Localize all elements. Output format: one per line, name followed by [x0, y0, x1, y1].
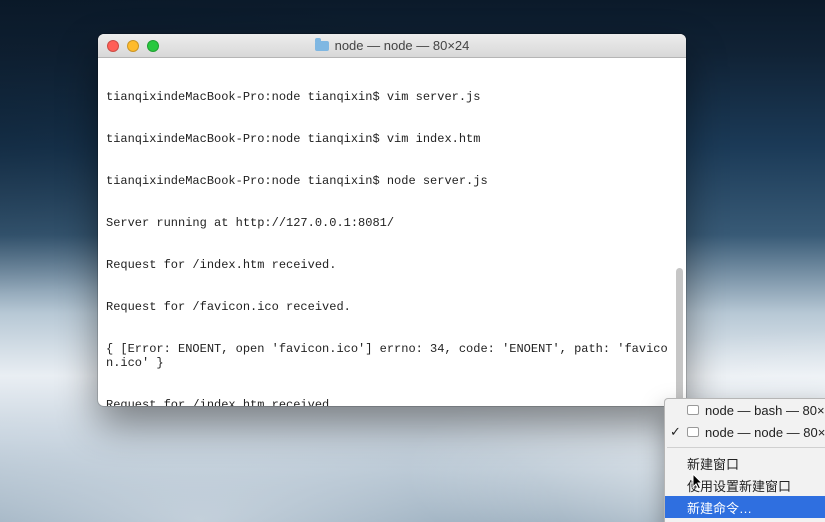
menu-item-label: 新建窗口 [687, 454, 739, 473]
menu-item-new-window-with-settings[interactable]: 使用设置新建窗口 [665, 474, 825, 496]
terminal-line: Request for /index.htm received. [106, 258, 678, 272]
terminal-line: { [Error: ENOENT, open 'favicon.ico'] er… [106, 342, 678, 370]
menu-item-label: node — bash — 80× [705, 403, 825, 418]
terminal-line: tianqixindeMacBook-Pro:node tianqixin$ v… [106, 132, 678, 146]
terminal-body[interactable]: tianqixindeMacBook-Pro:node tianqixin$ v… [98, 58, 686, 406]
terminal-line: Server running at http://127.0.0.1:8081/ [106, 216, 678, 230]
terminal-line: Request for /index.htm received. [106, 398, 678, 406]
context-menu[interactable]: node — bash — 80× ✓ node — node — 80× 新建… [664, 398, 825, 522]
terminal-line: tianqixindeMacBook-Pro:node tianqixin$ n… [106, 174, 678, 188]
menu-item-label: 新建命令… [687, 498, 752, 517]
tab-icon [687, 405, 699, 415]
menu-item-tab-node[interactable]: ✓ node — node — 80× [665, 421, 825, 443]
window-title: node — node — 80×24 [98, 38, 686, 53]
window-title-text: node — node — 80×24 [335, 38, 470, 53]
terminal-line: Request for /favicon.ico received. [106, 300, 678, 314]
menu-item-tab-bash[interactable]: node — bash — 80× [665, 399, 825, 421]
terminal-line: tianqixindeMacBook-Pro:node tianqixin$ v… [106, 90, 678, 104]
mouse-cursor-icon [692, 473, 704, 491]
menu-separator [667, 447, 825, 448]
terminal-window: node — node — 80×24 tianqixindeMacBook-P… [98, 34, 686, 406]
checkmark-icon: ✓ [670, 424, 681, 440]
tab-icon [687, 427, 699, 437]
menu-item-new-command[interactable]: 新建命令… [665, 496, 825, 518]
menu-item-label: node — node — 80× [705, 425, 825, 440]
scrollbar-thumb[interactable] [676, 268, 683, 406]
titlebar[interactable]: node — node — 80×24 [98, 34, 686, 58]
folder-icon [315, 41, 329, 51]
menu-item-new-remote-connection[interactable]: 新建远程连接… [665, 518, 825, 522]
menu-item-new-window[interactable]: 新建窗口 [665, 452, 825, 474]
